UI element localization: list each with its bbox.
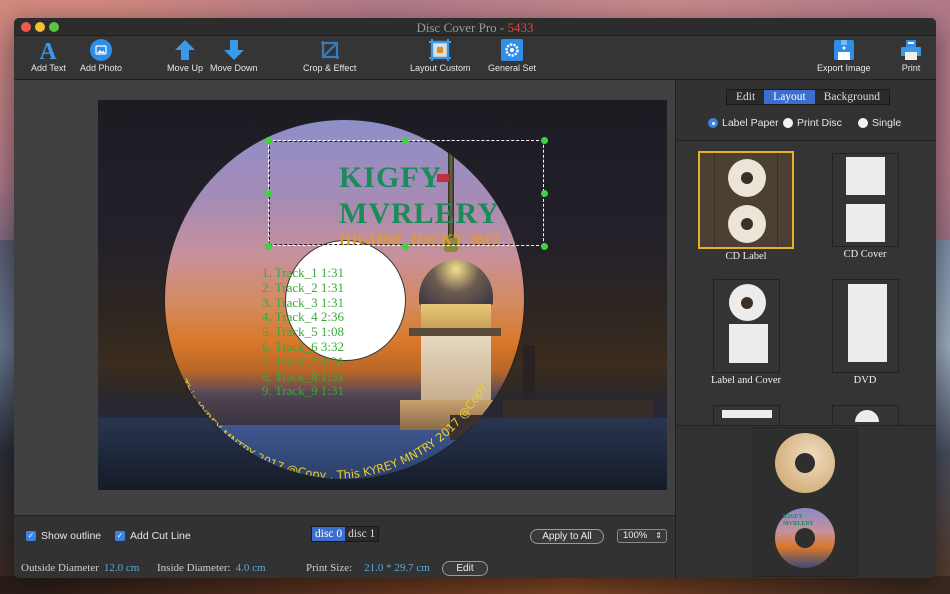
add-cut-line-checkbox[interactable]: ✓ Add Cut Line xyxy=(115,530,191,542)
resize-handle-top-right[interactable] xyxy=(541,137,548,144)
tab-edit[interactable]: Edit xyxy=(727,90,764,104)
add-photo-button[interactable]: Add Photo xyxy=(80,38,122,73)
resize-handle-top[interactable] xyxy=(402,137,409,144)
arrow-down-icon xyxy=(221,38,247,62)
layout-thumb-dvd xyxy=(831,279,899,373)
outside-diameter-value[interactable]: 12.0 cm xyxy=(104,562,139,574)
resize-handle-left[interactable] xyxy=(265,190,272,197)
preview-disc-1 xyxy=(775,433,835,493)
resize-handle-bottom-right[interactable] xyxy=(541,243,548,250)
preview-disc-2: KIGFY MVRLERY xyxy=(775,508,835,568)
cover-shape-icon xyxy=(728,324,768,363)
tab-layout[interactable]: Layout xyxy=(764,90,815,104)
edit-print-size-button[interactable]: Edit xyxy=(442,561,488,576)
layout-thumb-label-and-cover xyxy=(712,279,780,373)
serial-number: 5433 xyxy=(507,20,534,35)
radio-single[interactable]: Single xyxy=(858,117,901,129)
window-title: Disc Cover Pro - 5433 xyxy=(416,20,534,35)
show-outline-checkbox[interactable]: ✓ Show outline xyxy=(26,530,101,542)
svg-text:A: A xyxy=(40,39,58,61)
disc-shape-icon xyxy=(728,284,766,321)
radio-selected-icon xyxy=(708,118,718,128)
radio-unselected-icon xyxy=(783,118,793,128)
curved-copyright-text: This KYREY MNTRY 2017 @Copy . This KYREY… xyxy=(176,376,489,479)
title-bar: Disc Cover Pro - 5433 xyxy=(14,18,936,36)
disc-shape-icon xyxy=(728,159,766,197)
layout-more-1[interactable] xyxy=(698,405,794,425)
inside-diameter-value[interactable]: 4.0 cm xyxy=(236,562,266,574)
layout-thumb-cd-cover xyxy=(831,153,899,247)
inside-diameter: Inside Diameter: 4.0 cm xyxy=(157,562,266,574)
resize-handle-bottom-left[interactable] xyxy=(265,243,272,250)
radio-unselected-icon xyxy=(858,118,868,128)
layout-custom-button[interactable]: Layout Custom xyxy=(410,38,471,73)
desktop-background-right xyxy=(936,240,950,594)
disc-selector: disc 0 disc 1 xyxy=(311,526,380,542)
gear-icon xyxy=(499,38,525,62)
apply-to-all-button[interactable]: Apply to All xyxy=(530,529,604,544)
general-set-button[interactable]: General Set xyxy=(488,38,536,73)
move-up-button[interactable]: Move Up xyxy=(167,38,203,73)
layout-cd-label[interactable]: CD Label xyxy=(698,151,794,262)
design-artboard[interactable]: KIGFY MVRLERY HIGHNE JOCKT 2017 1. Track… xyxy=(98,100,667,490)
export-image-button[interactable]: Export Image xyxy=(817,38,871,73)
resize-handle-right[interactable] xyxy=(541,190,548,197)
radio-print-disc[interactable]: Print Disc xyxy=(783,117,842,129)
app-window: Disc Cover Pro - 5433 A Add Text Add Pho… xyxy=(14,18,936,578)
photo-icon xyxy=(88,38,114,62)
disc-shape-icon xyxy=(728,205,766,243)
resize-handle-top-left[interactable] xyxy=(265,137,272,144)
resize-handle-bottom[interactable] xyxy=(402,243,409,250)
outside-diameter: Outside Diameter 12.0 cm xyxy=(21,562,140,574)
print-size: Print Size: 21.0 * 29.7 cm xyxy=(306,562,430,574)
checkbox-checked-icon: ✓ xyxy=(26,531,36,541)
checkbox-checked-icon: ✓ xyxy=(115,531,125,541)
desktop-background-left xyxy=(0,240,14,594)
layout-cd-cover[interactable]: CD Cover xyxy=(817,151,913,260)
radio-label-paper[interactable]: Label Paper xyxy=(708,117,779,129)
print-button[interactable]: Print xyxy=(898,38,924,73)
disc-1-tab[interactable]: disc 1 xyxy=(345,527,378,541)
main-area: KIGFY MVRLERY HIGHNE JOCKT 2017 1. Track… xyxy=(14,80,936,578)
crop-icon xyxy=(317,38,343,62)
dvd-cover-shape-icon xyxy=(847,284,887,362)
bottom-bar: ✓ Show outline ✓ Add Cut Line disc 0 dis… xyxy=(14,515,675,578)
floppy-disk-icon xyxy=(831,38,857,62)
crop-effect-button[interactable]: Crop & Effect xyxy=(303,38,356,73)
print-size-value: 21.0 * 29.7 cm xyxy=(364,562,430,574)
printer-icon xyxy=(898,38,924,62)
panel-tabs: Edit Layout Background xyxy=(726,89,890,105)
zoom-select[interactable]: 100% ⇕ xyxy=(617,529,667,543)
cover-shape-icon xyxy=(845,204,885,242)
layout-label-and-cover[interactable]: Label and Cover xyxy=(698,279,794,386)
layout-more-2[interactable] xyxy=(817,405,913,425)
stepper-arrows-icon: ⇕ xyxy=(655,531,662,540)
layout-dvd[interactable]: DVD xyxy=(817,279,913,386)
disc-0-tab[interactable]: disc 0 xyxy=(312,527,346,541)
preview-area: KIGFY MVRLERY xyxy=(676,425,936,578)
toolbar: A Add Text Add Photo Move Up Move Down C… xyxy=(14,36,936,80)
selection-box[interactable] xyxy=(268,140,544,246)
add-text-button[interactable]: A Add Text xyxy=(31,38,66,73)
text-a-icon: A xyxy=(35,38,61,62)
layout-thumb-cd-label xyxy=(698,151,794,249)
svg-text:This KYREY MNTRY 2017 @Copy .: This KYREY MNTRY 2017 @Copy . This KYREY… xyxy=(176,376,489,480)
label-sheet-preview[interactable]: KIGFY MVRLERY xyxy=(753,427,858,577)
arrow-up-icon xyxy=(172,38,198,62)
tab-background[interactable]: Background xyxy=(815,90,889,104)
move-down-button[interactable]: Move Down xyxy=(210,38,258,73)
right-panel: Edit Layout Background Label Paper Print… xyxy=(676,80,936,578)
layout-custom-icon xyxy=(427,38,453,62)
canvas-area: KIGFY MVRLERY HIGHNE JOCKT 2017 1. Track… xyxy=(14,80,675,515)
layout-grid: CD Label CD Cover Label and Cover DVD xyxy=(676,141,936,425)
cover-shape-icon xyxy=(845,157,885,195)
desktop-background-bottom xyxy=(0,576,950,594)
